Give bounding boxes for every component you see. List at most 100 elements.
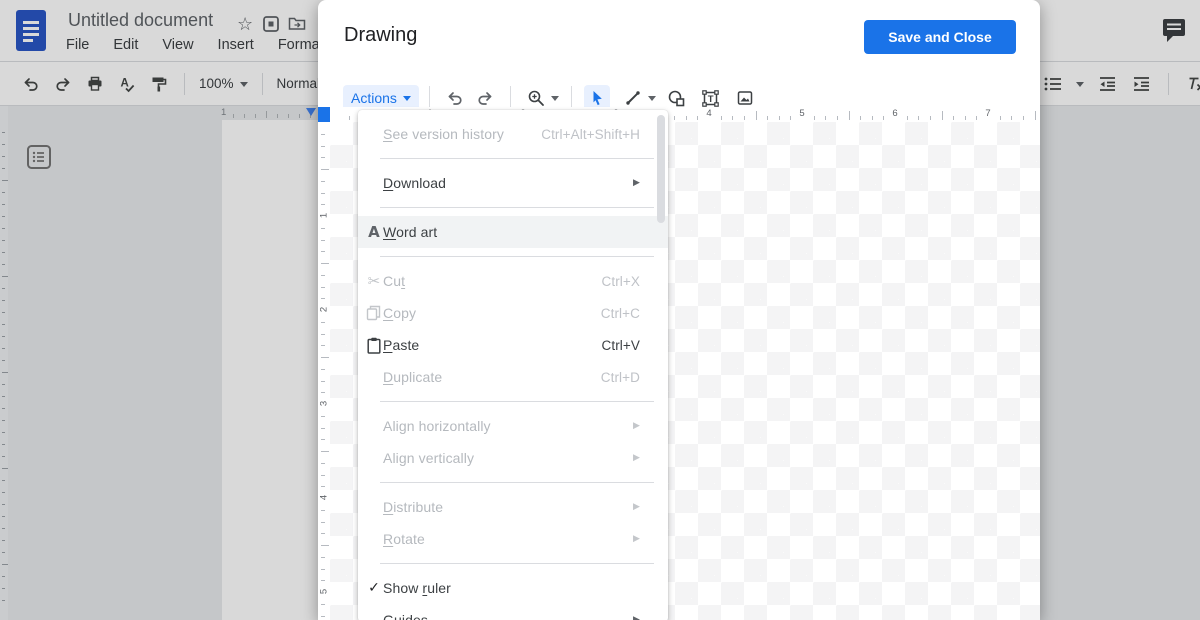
- ruler-tick: [321, 263, 329, 264]
- menu-divider: [380, 563, 654, 564]
- chevron-down-icon[interactable]: [647, 96, 656, 105]
- clipboard-icon: [365, 336, 383, 354]
- ruler-tick: [321, 133, 325, 135]
- menu-item-guides[interactable]: Guides ▶: [358, 604, 668, 620]
- ruler-tick: [321, 415, 325, 417]
- check-icon: ✓: [368, 580, 380, 596]
- drawing-vertical-ruler: 1 2 3 4 5: [318, 122, 330, 620]
- ruler-number: 2: [318, 306, 330, 313]
- menu-item-label: See version history: [383, 126, 504, 142]
- menu-scrollbar[interactable]: [657, 115, 665, 223]
- ruler-tick: [321, 251, 325, 253]
- menu-item-copy[interactable]: Copy Ctrl+C: [358, 297, 668, 329]
- menu-item-word-art[interactable]: A Word art: [358, 216, 668, 248]
- ruler-tick: [743, 116, 745, 120]
- menu-divider: [380, 401, 654, 402]
- menu-item-icon-empty: [365, 174, 383, 192]
- ruler-tick: [321, 333, 325, 335]
- ruler-tick: [825, 116, 827, 120]
- menu-item-distribute[interactable]: Distribute ▶: [358, 491, 668, 523]
- ruler-tick: [321, 145, 325, 147]
- ruler-tick: [848, 111, 850, 120]
- ruler-tick: [929, 116, 931, 120]
- ruler-tick: [321, 533, 325, 535]
- menu-item-label: Rotate: [383, 531, 425, 547]
- ruler-tick: [1022, 116, 1024, 120]
- ruler-tick: [860, 116, 862, 120]
- submenu-arrow-icon: ▶: [632, 421, 640, 431]
- submenu-arrow-icon: ▶: [632, 534, 640, 544]
- ruler-tick: [321, 451, 329, 452]
- ruler-tick: [321, 462, 325, 464]
- ruler-number: 7: [985, 108, 991, 119]
- menu-item-cut[interactable]: ✂ Cut Ctrl+X: [358, 265, 668, 297]
- menu-item-show-ruler[interactable]: ✓ Show ruler: [358, 572, 668, 604]
- menu-divider: [380, 482, 654, 483]
- chevron-down-icon[interactable]: [550, 96, 559, 105]
- menu-item-see-version-history[interactable]: See version history Ctrl+Alt+Shift+H: [358, 118, 668, 150]
- menu-divider: [380, 256, 654, 257]
- ruler-tick: [321, 603, 325, 605]
- ruler-number: 3: [318, 400, 330, 407]
- ruler-tick: [321, 286, 325, 288]
- svg-text:T: T: [708, 94, 714, 105]
- ruler-number: 5: [799, 108, 805, 119]
- ruler-tick: [321, 568, 325, 570]
- ruler-tick: [321, 486, 325, 488]
- ruler-tick: [321, 509, 325, 511]
- ruler-tick: [685, 116, 687, 120]
- ruler-tick: [953, 116, 955, 120]
- ruler-tick: [321, 157, 325, 159]
- ruler-tick: [778, 116, 780, 120]
- ruler-tick: [321, 357, 329, 358]
- menu-item-shortcut: Ctrl+V: [601, 337, 640, 353]
- dialog-title: Drawing: [344, 24, 418, 46]
- menu-item-rotate[interactable]: Rotate ▶: [358, 523, 668, 555]
- ruler-tick: [941, 111, 943, 120]
- ruler-tick: [697, 116, 699, 120]
- menu-item-align-vertically[interactable]: Align vertically ▶: [358, 442, 668, 474]
- ruler-tick: [790, 116, 792, 120]
- menu-item-icon-empty: [365, 125, 383, 143]
- ruler-number: 4: [706, 108, 712, 119]
- menu-item-paste[interactable]: Paste Ctrl+V: [358, 329, 668, 361]
- ruler-tick: [321, 274, 325, 276]
- submenu-arrow-icon: ▶: [632, 615, 640, 620]
- menu-item-label: Distribute: [383, 499, 444, 515]
- ruler-tick: [674, 116, 676, 120]
- menu-divider: [380, 158, 654, 159]
- scissors-icon: ✂: [367, 271, 381, 290]
- ruler-tick: [999, 116, 1001, 120]
- ruler-tick: [321, 180, 325, 182]
- menu-item-shortcut: Ctrl+C: [600, 305, 640, 321]
- ruler-tick: [1034, 111, 1036, 120]
- ruler-tick: [321, 615, 325, 617]
- ruler-tick: [918, 116, 920, 120]
- ruler-corner: [318, 107, 330, 122]
- submenu-arrow-icon: ▶: [632, 453, 640, 463]
- ruler-tick: [321, 427, 325, 429]
- menu-item-label: Cut: [383, 273, 406, 289]
- menu-item-duplicate[interactable]: Duplicate Ctrl+D: [358, 361, 668, 393]
- ruler-tick: [321, 580, 325, 582]
- menu-item-label: Download: [383, 175, 447, 191]
- menu-item-label: Show ruler: [383, 580, 451, 596]
- ruler-number: 5: [318, 588, 330, 595]
- ruler-tick: [348, 116, 350, 120]
- ruler-tick: [321, 439, 325, 441]
- menu-item-label: Duplicate: [383, 369, 443, 385]
- ruler-tick: [964, 116, 966, 120]
- copy-icon: [365, 304, 383, 322]
- ruler-tick: [836, 116, 838, 120]
- menu-item-label: Paste: [383, 337, 420, 353]
- actions-label: Actions: [351, 90, 397, 106]
- menu-item-icon-empty: [365, 417, 383, 435]
- submenu-arrow-icon: ▶: [632, 178, 640, 188]
- ruler-tick: [976, 116, 978, 120]
- actions-menu: See version history Ctrl+Alt+Shift+H Downl…: [358, 110, 668, 620]
- ruler-tick: [321, 298, 325, 300]
- ruler-tick: [321, 192, 325, 194]
- menu-item-download[interactable]: Download ▶: [358, 167, 668, 199]
- save-and-close-button[interactable]: Save and Close: [864, 20, 1016, 54]
- menu-item-align-horizontally[interactable]: Align horizontally ▶: [358, 410, 668, 442]
